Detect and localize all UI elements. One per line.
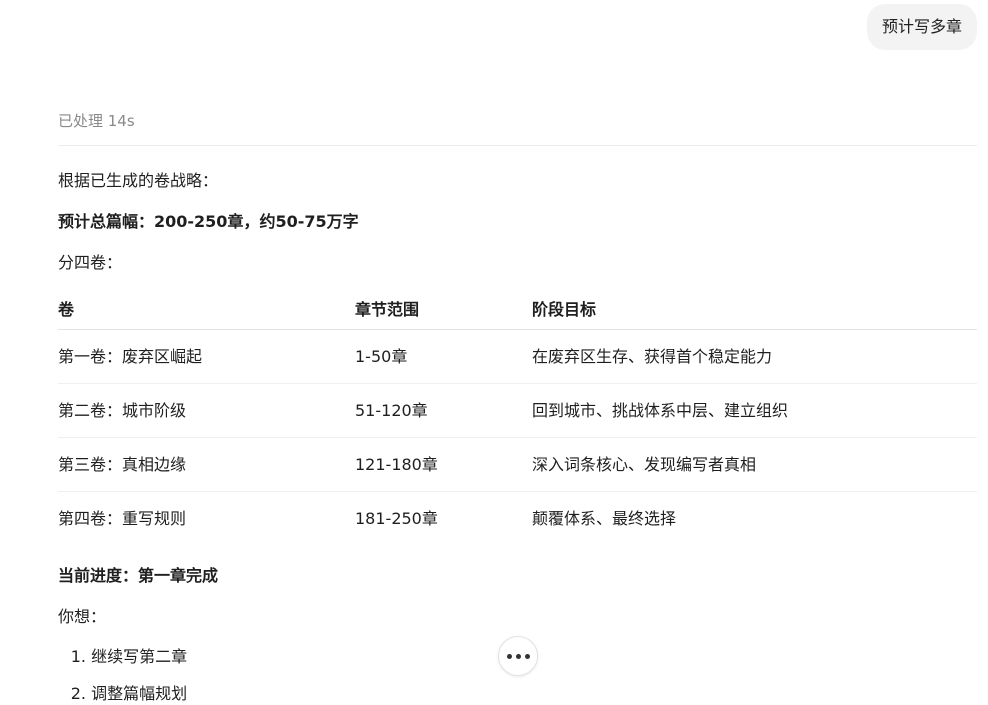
volumes-intro-text: 分四卷：	[58, 253, 123, 272]
table-row: 第一卷：废弃区崛起 1-50章 在废弃区生存、获得首个稳定能力	[58, 330, 977, 384]
header-stage-goal: 阶段目标	[532, 300, 597, 319]
chapter-range: 121-180章	[355, 455, 438, 474]
header-chapter-range: 章节范围	[355, 300, 420, 319]
progress-text: 当前进度：第一章完成	[58, 566, 219, 585]
volume-name: 第二卷：城市阶级	[58, 401, 187, 420]
table-row: 第三卷：真相边缘 121-180章 深入词条核心、发现编写者真相	[58, 438, 977, 492]
chapter-range: 1-50章	[355, 347, 408, 366]
volume-name: 第四卷：重写规则	[58, 509, 187, 528]
user-message-bubble: 预计写多章	[866, 4, 977, 50]
processing-status[interactable]: 已处理 14s	[58, 110, 135, 132]
more-options-button[interactable]	[498, 636, 538, 676]
chapter-range: 181-250章	[355, 509, 438, 528]
chapter-range: 51-120章	[355, 401, 428, 420]
stage-goal: 深入词条核心、发现编写者真相	[532, 455, 757, 474]
option-label: 调整篇幅规划	[91, 684, 188, 703]
table-row: 第二卷：城市阶级 51-120章 回到城市、挑战体系中层、建立组织	[58, 384, 977, 438]
volume-name: 第一卷：废弃区崛起	[58, 347, 203, 366]
option-label: 继续写第二章	[91, 647, 188, 666]
table-row: 第四卷：重写规则 181-250章 颠覆体系、最终选择	[58, 492, 977, 545]
table-header: 卷 章节范围 阶段目标	[58, 290, 977, 330]
stage-goal: 在废弃区生存、获得首个稳定能力	[532, 347, 773, 366]
volume-table: 卷 章节范围 阶段目标 第一卷：废弃区崛起 1-50章 在废弃区生存、获得首个稳…	[58, 290, 977, 545]
list-number: 1.	[70, 647, 86, 666]
list-item: 2. 调整篇幅规划	[58, 683, 187, 705]
intro-text: 根据已生成的卷战略：	[58, 171, 219, 190]
list-number: 2.	[70, 684, 86, 703]
divider	[58, 145, 977, 146]
volume-name: 第三卷：真相边缘	[58, 455, 187, 474]
stage-goal: 回到城市、挑战体系中层、建立组织	[532, 401, 789, 420]
header-volume: 卷	[58, 300, 75, 319]
question-text: 你想：	[58, 607, 107, 626]
more-horizontal-icon	[506, 653, 530, 659]
stage-goal: 颠覆体系、最终选择	[532, 509, 677, 528]
total-length-text: 预计总篇幅：200-250章，约50-75万字	[58, 212, 359, 231]
list-item: 1. 继续写第二章	[58, 646, 187, 668]
